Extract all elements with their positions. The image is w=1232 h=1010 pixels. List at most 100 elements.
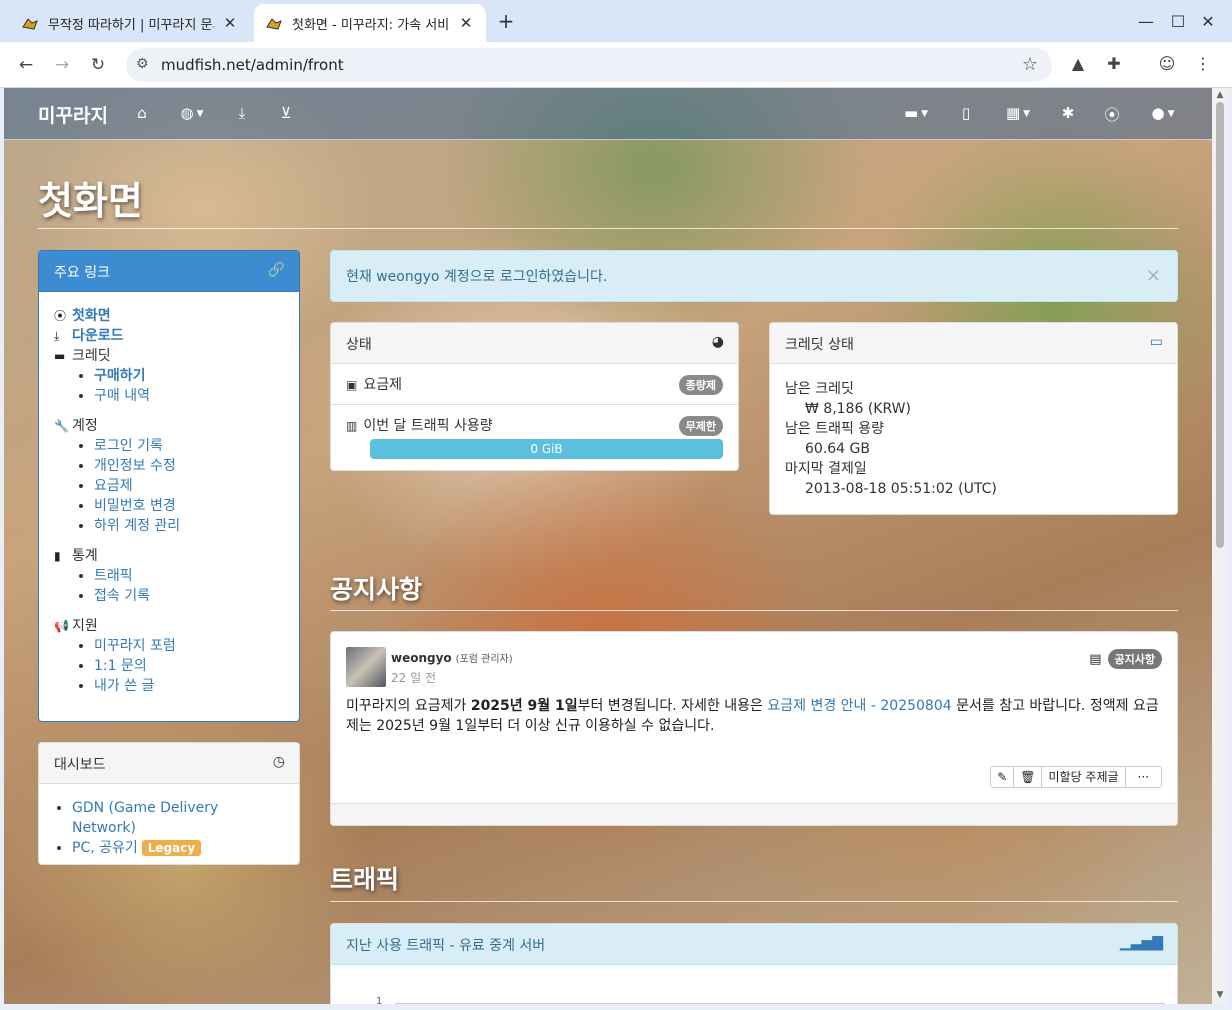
extension-mudfish-icon[interactable]: ▲ bbox=[1066, 54, 1090, 76]
sidebar-section-account: 계정 bbox=[72, 418, 98, 434]
browser-tab-docs[interactable]: 무작정 따라하기 | 미꾸라지 문서 ✕ bbox=[10, 4, 250, 42]
dashboard-gauge-icon: ◷ bbox=[272, 754, 285, 770]
credit-card-icon: ▭ bbox=[1149, 334, 1163, 350]
minimize-icon[interactable]: — bbox=[1134, 10, 1158, 34]
tab-title: 무작정 따라하기 | 미꾸라지 문서 bbox=[48, 17, 214, 33]
credit-title: 크레딧 상태 bbox=[785, 337, 854, 353]
more-button[interactable]: ··· bbox=[1126, 767, 1161, 787]
close-tab-icon[interactable]: ✕ bbox=[222, 14, 238, 32]
close-window-icon[interactable]: ✕ bbox=[1196, 10, 1220, 34]
profile-avatar-icon[interactable]: ☺ bbox=[1155, 54, 1179, 76]
main-links-header: 주요 링크 🔗 bbox=[39, 251, 299, 292]
post-username[interactable]: weongyo bbox=[391, 651, 452, 665]
login-alert-text: 현재 weongyo 계정으로 로그인하였습니다. bbox=[346, 269, 608, 285]
sidebar-item-inquiry[interactable]: 1:1 문의 bbox=[94, 658, 147, 674]
globe-icon[interactable]: ◍ ▼ bbox=[176, 104, 208, 124]
page-viewport: 미꾸라지 ⌂ ◍ ▼ ⤓ ⊻ ▬ ▼ ▯ ▦ ▼ ✱ ⦿ ● ▼ 첫화면 주요 링크 🔗… bbox=[4, 88, 1212, 1004]
traffic-panel-header: 지난 사용 트래픽 - 유료 중계 서버 ▁▃▅▇ bbox=[331, 924, 1177, 965]
forward-icon[interactable]: → bbox=[49, 52, 75, 78]
sidebar-item-plan[interactable]: 요금제 bbox=[94, 478, 133, 494]
remaining-traffic-label: 남은 트래픽 용량 bbox=[785, 421, 885, 437]
browser-menu-icon[interactable]: ⋮ bbox=[1191, 54, 1215, 76]
close-alert-icon[interactable]: × bbox=[1146, 265, 1161, 286]
grid-icon[interactable]: ▦ ▼ bbox=[1002, 104, 1034, 124]
map-marker-icon[interactable]: ⦿ bbox=[1102, 104, 1122, 124]
sidebar-item-login-history[interactable]: 로그인 기록 bbox=[94, 438, 163, 454]
comment-icon[interactable]: ▬ ▼ bbox=[900, 104, 932, 124]
dashboard-header: 대시보드 ◷ bbox=[39, 743, 299, 784]
status-panel: 상태 ◕ ▣ 요금제 종량제 ▥ 이번 달 트래픽 사용량 무제한 0 GiB bbox=[330, 322, 739, 471]
sidebar-item-home[interactable]: 첫화면 bbox=[72, 306, 111, 326]
browser-toolbar: ← → ↻ ⚙ mudfish.net/admin/front ☆ ▲ ✚ ☺ … bbox=[0, 42, 1232, 88]
sidebar-item-purchase-history[interactable]: 구매 내역 bbox=[94, 388, 150, 404]
dashboard-title: 대시보드 bbox=[54, 757, 106, 773]
money-icon: ▣ bbox=[346, 378, 358, 392]
dashboard-item-gdn[interactable]: GDN (Game Delivery Network) bbox=[72, 800, 218, 836]
brand-logo[interactable]: 미꾸라지 bbox=[38, 101, 108, 128]
sidebar-item-subaccounts[interactable]: 하위 계정 관리 bbox=[94, 518, 180, 534]
last-payment-label: 마지막 결제일 bbox=[785, 461, 867, 477]
cart-icon[interactable]: ⊻ bbox=[276, 104, 296, 124]
notice-divider bbox=[330, 610, 1178, 611]
legacy-badge: Legacy bbox=[141, 840, 202, 856]
site-navbar: 미꾸라지 ⌂ ◍ ▼ ⤓ ⊻ ▬ ▼ ▯ ▦ ▼ ✱ ⦿ ● ▼ bbox=[4, 88, 1212, 140]
traffic-progress-bar: 0 GiB bbox=[370, 439, 723, 459]
dashboard-item-pc-router[interactable]: PC, 공유기 bbox=[72, 840, 138, 856]
browser-tab-front[interactable]: 첫화면 - 미꾸라지: 가속 서비스 ✕ bbox=[254, 4, 486, 42]
trash-icon[interactable]: 🗑 bbox=[1014, 767, 1043, 787]
user-icon[interactable]: ● ▼ bbox=[1146, 104, 1180, 124]
map-marker-icon: ⦿ bbox=[54, 309, 67, 323]
maximize-icon[interactable]: ☐ bbox=[1166, 10, 1190, 34]
signal-icon: ▁▃▅▇ bbox=[1119, 935, 1163, 951]
sidebar-item-traffic[interactable]: 트래픽 bbox=[94, 568, 133, 584]
notice-section-title: 공지사항 bbox=[330, 575, 423, 604]
credit-header: 크레딧 상태 ▭ bbox=[770, 323, 1177, 364]
credit-card-icon: ▬ bbox=[54, 349, 66, 363]
plan-label: 요금제 bbox=[363, 377, 402, 393]
sidebar-section-credit: 크레딧 bbox=[72, 348, 111, 364]
page-scrollbar[interactable]: ▲ ▼ bbox=[1212, 88, 1228, 1004]
home-icon[interactable]: ⌂ bbox=[132, 104, 152, 124]
sidebar-item-profile[interactable]: 개인정보 수정 bbox=[94, 458, 176, 474]
download-icon: ⤓ bbox=[54, 329, 60, 343]
edit-icon[interactable]: ✎ bbox=[991, 767, 1015, 787]
close-tab-icon[interactable]: ✕ bbox=[458, 14, 474, 32]
back-icon[interactable]: ← bbox=[13, 52, 39, 78]
address-bar[interactable]: ⚙ mudfish.net/admin/front ☆ bbox=[126, 48, 1052, 82]
sidebar-item-forum[interactable]: 미꾸라지 포럼 bbox=[94, 638, 176, 654]
chart-icon: ▥ bbox=[346, 419, 358, 433]
reload-icon[interactable]: ↻ bbox=[85, 52, 111, 78]
browser-tab-bar: 무작정 따라하기 | 미꾸라지 문서 ✕ 첫화면 - 미꾸라지: 가속 서비스 … bbox=[0, 0, 1232, 42]
post-time: 22 일 전 bbox=[391, 671, 436, 685]
avatar[interactable] bbox=[346, 647, 386, 687]
sidebar-item-download[interactable]: 다운로드 bbox=[72, 326, 124, 346]
post-content: 미꾸라지의 요금제가 2025년 9월 1일부터 변경됩니다. 자세한 내용은 … bbox=[346, 698, 1159, 734]
site-info-icon[interactable]: ⚙ bbox=[136, 56, 149, 72]
unassigned-topic-button[interactable]: 미할당 주제글 bbox=[1042, 767, 1126, 787]
traffic-section-title: 트래픽 bbox=[330, 865, 400, 894]
plan-change-link[interactable]: 요금제 변경 안내 - 20250804 bbox=[767, 698, 951, 714]
extensions-puzzle-icon[interactable]: ✚ bbox=[1102, 54, 1126, 76]
sidebar-section-stats: 통계 bbox=[72, 548, 98, 564]
credit-panel: 크레딧 상태 ▭ 남은 크레딧 ₩ 8,186 (KRW) 남은 트래픽 용량 … bbox=[769, 322, 1178, 515]
title-divider bbox=[38, 228, 1178, 229]
asterisk-icon[interactable]: ✱ bbox=[1058, 104, 1078, 124]
link-icon: 🔗 bbox=[267, 262, 285, 278]
bullhorn-icon: 📢 bbox=[54, 619, 69, 633]
scroll-up-icon[interactable]: ▲ bbox=[1215, 90, 1225, 100]
last-payment-value: 2013-08-18 05:51:02 (UTC) bbox=[805, 481, 997, 497]
sidebar-item-password[interactable]: 비밀번호 변경 bbox=[94, 498, 176, 514]
book-icon[interactable]: ▯ bbox=[956, 104, 976, 124]
sidebar-item-my-posts[interactable]: 내가 쓴 글 bbox=[94, 678, 154, 694]
scroll-down-icon[interactable]: ▼ bbox=[1215, 990, 1225, 1000]
page-title: 첫화면 bbox=[38, 179, 143, 223]
remaining-traffic-value: 60.64 GB bbox=[805, 441, 870, 457]
tab-title: 첫화면 - 미꾸라지: 가속 서비스 bbox=[292, 17, 450, 33]
new-tab-button[interactable]: + bbox=[494, 10, 518, 34]
sidebar-item-buy[interactable]: 구매하기 bbox=[94, 368, 146, 384]
sidebar-item-access-log[interactable]: 접속 기록 bbox=[94, 588, 150, 604]
notice-post: weongyo (포럼 관리자) 22 일 전 ▤ 공지사항 미꾸라지의 요금제가… bbox=[330, 631, 1178, 826]
scrollbar-thumb[interactable] bbox=[1216, 102, 1224, 548]
download-icon[interactable]: ⤓ bbox=[232, 104, 252, 124]
bookmark-star-icon[interactable]: ☆ bbox=[1022, 54, 1038, 75]
